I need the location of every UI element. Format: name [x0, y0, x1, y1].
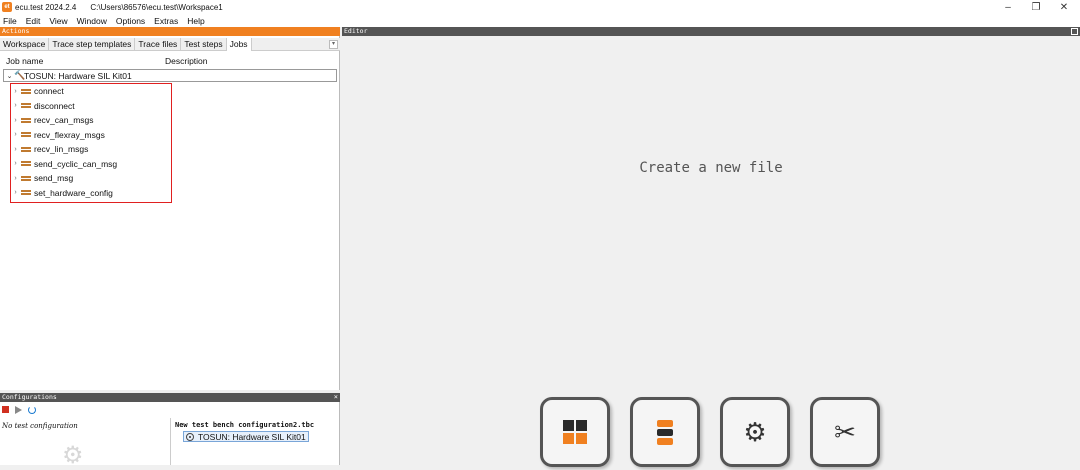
package-icon	[563, 420, 587, 444]
actions-panel: Actions Workspace Trace step templates T…	[0, 27, 340, 390]
column-job-name[interactable]: Job name	[6, 56, 43, 66]
gears-icon: ⚙	[743, 416, 767, 447]
actions-tabs: Workspace Trace step templates Trace fil…	[0, 38, 340, 51]
job-label: send_msg	[34, 173, 74, 183]
new-trace-button[interactable]	[630, 397, 700, 467]
chevron-right-icon[interactable]: ›	[11, 117, 20, 124]
job-icon	[21, 88, 31, 95]
chevron-right-icon[interactable]: ›	[11, 88, 20, 95]
gear-icon: ⚙	[62, 442, 84, 469]
test-bench-item-label: TOSUN: Hardware SIL Kit01	[198, 431, 306, 442]
menu-options[interactable]: Options	[116, 16, 145, 26]
test-configuration-label: No test configuration	[2, 422, 78, 430]
chevron-right-icon[interactable]: ›	[11, 189, 20, 196]
configurations-toolbar	[2, 404, 36, 415]
chevron-right-icon[interactable]: ›	[11, 131, 20, 138]
column-description[interactable]: Description	[165, 56, 208, 66]
tab-trace-step-templates[interactable]: Trace step templates	[49, 38, 136, 51]
menu-bar: File Edit View Window Options Extras Hel…	[0, 14, 1080, 27]
actions-header-label: Actions	[2, 27, 30, 35]
configurations-header: Configurations ×	[0, 393, 340, 402]
list-item[interactable]: › disconnect	[11, 99, 75, 113]
actions-header: Actions	[0, 27, 340, 36]
job-icon	[21, 146, 31, 153]
tab-test-steps[interactable]: Test steps	[181, 38, 227, 51]
close-icon[interactable]: ×	[334, 393, 338, 402]
minimize-icon[interactable]: –	[994, 0, 1022, 14]
job-label: recv_can_msgs	[34, 115, 94, 125]
divider	[170, 418, 171, 465]
configurations-header-label: Configurations	[2, 393, 57, 401]
stack-icon	[657, 419, 673, 445]
tab-jobs[interactable]: Jobs	[226, 38, 252, 51]
list-item[interactable]: › recv_flexray_msgs	[11, 128, 105, 142]
job-label: disconnect	[34, 100, 75, 111]
list-item[interactable]: › recv_can_msgs	[11, 113, 94, 127]
list-item[interactable]: › recv_lin_msgs	[11, 142, 88, 156]
tab-trace-files[interactable]: Trace files	[135, 38, 182, 51]
new-tool-button[interactable]: ✂	[810, 397, 880, 467]
chevron-right-icon[interactable]: ›	[11, 160, 20, 167]
radio-icon[interactable]	[186, 432, 194, 441]
job-label: recv_flexray_msgs	[34, 129, 105, 140]
list-item[interactable]: › send_cyclic_can_msg	[11, 157, 117, 171]
chevron-right-icon[interactable]: ›	[11, 146, 20, 153]
job-icon	[21, 160, 31, 167]
tree-root[interactable]: ⌄ 🔨 TOSUN: Hardware SIL Kit01	[3, 69, 337, 82]
menu-extras[interactable]: Extras	[154, 16, 178, 26]
list-item[interactable]: › connect	[11, 84, 64, 98]
tools-icon: ✂	[834, 416, 856, 447]
stop-icon[interactable]	[2, 406, 9, 413]
editor-panel: Editor Create a new file ⚙ ✂	[342, 27, 1080, 467]
job-label: send_cyclic_can_msg	[34, 158, 118, 169]
job-label: connect	[34, 86, 64, 96]
chevron-down-icon[interactable]: ▾	[329, 40, 338, 49]
restore-icon[interactable]: ❐	[1022, 0, 1050, 14]
job-label: set_hardware_config	[34, 187, 113, 198]
menu-window[interactable]: Window	[77, 16, 107, 26]
tab-workspace[interactable]: Workspace	[0, 38, 50, 51]
title-bar: et ecu.test 2024.2.4 C:\Users\86576\ecu.…	[0, 0, 1080, 14]
chevron-right-icon[interactable]: ›	[11, 102, 20, 109]
close-window-icon[interactable]: ✕	[1050, 0, 1078, 14]
chevron-right-icon[interactable]: ›	[11, 175, 20, 182]
editor-placeholder: Create a new file	[639, 160, 783, 176]
list-item[interactable]: › set_hardware_config	[11, 186, 113, 200]
chevron-down-icon[interactable]: ⌄	[5, 72, 14, 80]
hammer-icon: 🔨	[14, 70, 26, 80]
jobs-list: › connect › disconnect › recv_can_msgs ›…	[10, 83, 172, 203]
test-bench-item[interactable]: TOSUN: Hardware SIL Kit01	[183, 431, 309, 442]
configurations-panel: Configurations × No test configuration ⚙…	[0, 393, 340, 469]
workspace-path: C:\Users\86576\ecu.test\Workspace1	[90, 2, 223, 12]
editor-header-label: Editor	[344, 27, 368, 35]
job-icon	[21, 131, 31, 138]
list-item[interactable]: › send_msg	[11, 171, 73, 185]
refresh-icon[interactable]	[28, 405, 36, 414]
new-configuration-button[interactable]: ⚙	[720, 397, 790, 467]
app-icon: et	[2, 2, 12, 12]
menu-help[interactable]: Help	[187, 16, 204, 26]
job-icon	[21, 189, 31, 196]
window-title: ecu.test 2024.2.4	[15, 2, 77, 12]
job-icon	[21, 117, 31, 124]
tree-root-label: TOSUN: Hardware SIL Kit01	[24, 70, 132, 81]
menu-edit[interactable]: Edit	[26, 16, 41, 26]
menu-view[interactable]: View	[49, 16, 67, 26]
job-icon	[21, 175, 31, 182]
editor-header: Editor	[342, 27, 1080, 36]
menu-file[interactable]: File	[3, 16, 17, 26]
new-package-button[interactable]	[540, 397, 610, 467]
maximize-icon[interactable]	[1071, 28, 1078, 35]
job-label: recv_lin_msgs	[34, 144, 89, 154]
job-icon	[21, 102, 31, 109]
play-icon[interactable]	[15, 405, 22, 414]
test-bench-title: New test bench configuration2.tbc	[175, 421, 315, 429]
